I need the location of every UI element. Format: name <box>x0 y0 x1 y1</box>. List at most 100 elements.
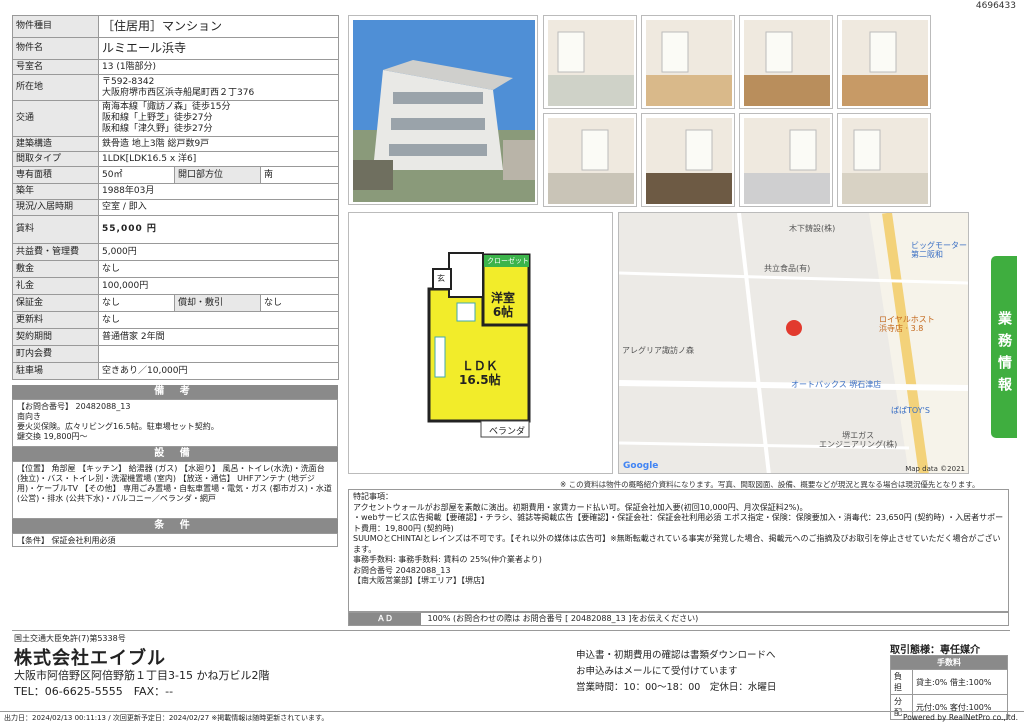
spec-row: 交通 南海本線「諏訪ノ森」徒歩15分 阪和線「上野芝」徒歩27分 阪和線「津久野」… <box>12 100 340 137</box>
special-notes: 特記事項： アクセントウォールがお部屋を素敵に演出。初期費用・家賃カード払い可。… <box>348 489 1009 612</box>
notes-box: 【お問合番号】 20482088_13 南向き 要火災保険。広々リビング16.5… <box>12 399 338 447</box>
spec-label: 契約期間 <box>12 328 99 346</box>
map-label-4: オートバックス 堺石津店 <box>791 380 882 389</box>
western-room-label: 洋室 6帖 <box>491 291 516 319</box>
spec-label: 間取タイプ <box>12 151 99 167</box>
spec-row: 共益費・管理費 5,000円 <box>12 243 340 261</box>
fee-row-key: 負担 <box>890 669 913 695</box>
map-label-6: 堺エガス エンジニアリング(株) <box>819 431 898 449</box>
deposit-value: なし <box>98 294 175 312</box>
deposit-label: 保証金 <box>12 294 99 312</box>
floor-plan[interactable]: クローゼット 玄 洋室 6帖 ＬＤＫ 16.5帖 ベランダ <box>348 212 613 474</box>
room-photo-thumbnail[interactable] <box>739 15 833 109</box>
spec-label: 所在地 <box>12 74 99 101</box>
spec-label: 物件種目 <box>12 15 99 38</box>
rent-row: 賃料 55,000 円 <box>12 215 340 244</box>
spec-label: 号室名 <box>12 59 99 75</box>
spec-value: 鉄骨造 地上3階 総戸数9戸 <box>97 136 340 152</box>
spec-label: 更新料 <box>12 311 99 329</box>
ad-label: ＡＤ <box>349 613 421 625</box>
spec-value: ［住居用］マンション <box>97 15 340 38</box>
license-number: 国土交通大臣免許(7)第5338号 <box>14 634 126 643</box>
direction-label: 開口部方位 <box>174 166 261 184</box>
room-photo-thumbnail[interactable] <box>739 113 833 207</box>
spec-value: 普通借家 2年間 <box>97 328 340 346</box>
facilities-box: 【位置】 角部屋 【キッチン】 給湯器 (ガス) 【水廻り】 風呂・トイレ(水洗… <box>12 461 338 519</box>
spec-row: 駐車場 空きあり／10,000円 <box>12 362 340 380</box>
contact-info: 申込書・初期費用の確認は書類ダウンロードへ お申込みはメールにて受付けています … <box>576 648 776 696</box>
map-label-2: アレグリア諏訪ノ森 <box>622 346 694 355</box>
google-logo: Google <box>623 461 659 471</box>
map-label-1: 共立食品(有) <box>764 264 811 273</box>
spec-row: 礼金 100,000円 <box>12 277 340 295</box>
area-label: 専有面積 <box>12 166 99 184</box>
spec-value: 南海本線「諏訪ノ森」徒歩15分 阪和線「上野芝」徒歩27分 阪和線「津久野」徒歩… <box>97 100 340 137</box>
footer-output-date: 出力日：2024/02/13 00:11:13 / 次回更新予定日：2024/0… <box>4 714 329 722</box>
direction-value: 南 <box>259 166 340 184</box>
business-info-tab[interactable]: 業務情報 <box>991 256 1017 438</box>
spec-value: 100,000円 <box>97 277 340 295</box>
facilities-header: 設 備 <box>12 447 338 461</box>
room-photo-thumbnail[interactable] <box>543 113 637 207</box>
deposit-row: 保証金 なし 償却・敷引 なし <box>12 294 340 312</box>
spec-row: 物件種目 ［住居用］マンション <box>12 15 340 38</box>
spec-value: 空室 / 即入 <box>97 199 340 216</box>
document-id: 4696433 <box>975 1 1016 11</box>
notes-header: 備 考 <box>12 385 338 399</box>
spec-value: 〒592-8342 大阪府堺市西区浜寺船尾町西２丁376 <box>97 74 340 101</box>
spec-value: なし <box>97 311 340 329</box>
spec-row: 物件名 ルミエール浜寺 <box>12 37 340 60</box>
spec-label: 共益費・管理費 <box>12 243 99 261</box>
spec-value: なし <box>97 260 340 278</box>
contact-line-1: お申込みはメールにて受付けています <box>576 666 738 677</box>
fee-row-value: 貸主:0% 借主:100% <box>912 669 1008 695</box>
ldk-label: ＬＤＫ 16.5帖 <box>459 359 501 387</box>
area-value: 50㎡ <box>98 166 175 184</box>
spec-value: 1988年03月 <box>97 183 340 200</box>
building-exterior-photo[interactable] <box>348 15 538 205</box>
location-map[interactable]: 木下鋳設(株) 共立食品(有) アレグリア諏訪ノ森 ロイヤルホスト 浜寺店 · … <box>618 212 969 474</box>
room-photo-thumbnail[interactable] <box>837 113 931 207</box>
spec-row: 築年 1988年03月 <box>12 183 340 200</box>
spec-label: 交通 <box>12 100 99 137</box>
veranda-label: ベランダ <box>489 427 526 437</box>
spec-row: 敷金 なし <box>12 260 340 278</box>
room-photo-thumbnail[interactable] <box>641 15 735 109</box>
spec-row: 契約期間 普通借家 2年間 <box>12 328 340 346</box>
rent-value: 55,000 円 <box>97 215 340 244</box>
conditions-box: 【条件】 保証会社利用必須 <box>12 533 338 547</box>
map-attribution: Map data ©2021 <box>905 465 965 473</box>
spec-label: 町内会費 <box>12 345 99 363</box>
spec-value: 13 (1階部分) <box>97 59 340 75</box>
spec-label: 敷金 <box>12 260 99 278</box>
room-photo-thumbnail[interactable] <box>543 15 637 109</box>
spec-label: 建築構造 <box>12 136 99 152</box>
area-row: 専有面積 50㎡ 開口部方位南 <box>12 166 340 184</box>
spec-row: 間取タイプ 1LDK[LDK16.5 x 洋6] <box>12 151 340 167</box>
spec-value: 5,000円 <box>97 243 340 261</box>
map-label-5: ぱぱTOY'S <box>891 406 930 415</box>
map-label-3: ロイヤルホスト 浜寺店 · 3.8 <box>879 315 935 333</box>
company-tel: TEL：06-6625-5555 FAX：-- <box>14 685 174 698</box>
spec-label: 築年 <box>12 183 99 200</box>
transaction-type: 取引態様：専任媒介 <box>890 645 980 656</box>
spec-row: 建築構造 鉄骨造 地上3階 総戸数9戸 <box>12 136 340 152</box>
room-photo-thumbnail[interactable] <box>641 113 735 207</box>
map-label-7: ビッグモーター 第二阪和 <box>911 241 967 259</box>
property-spec-table: 物件種目 ［住居用］マンション 物件名 ルミエール浜寺 号室名 13 (1階部分) 所在地〒… <box>12 15 340 380</box>
spec-value <box>97 345 340 363</box>
spec-label: 現況/入居時期 <box>12 199 99 216</box>
closet-label: クローゼット <box>487 257 529 265</box>
spec-value: ルミエール浜寺 <box>97 37 340 60</box>
spec-row: 号室名 13 (1階部分) <box>12 59 340 75</box>
conditions-header: 条 件 <box>12 519 338 533</box>
amortization-value: なし <box>259 294 340 312</box>
contact-line-2: 営業時間：10：00〜18：00 定休日：水曜日 <box>576 682 777 693</box>
contact-line-0: 申込書・初期費用の確認は書類ダウンロードへ <box>576 650 776 661</box>
spec-label: 駐車場 <box>12 362 99 380</box>
ad-row: ＡＤ 100% (お問合わせの際は お問合番号 [ 20482088_13 ]を… <box>348 612 1009 626</box>
spec-row: 現況/入居時期 空室 / 即入 <box>12 199 340 216</box>
room-photo-thumbnail[interactable] <box>837 15 931 109</box>
map-label-0: 木下鋳設(株) <box>789 224 836 233</box>
footer-powered-by: Powered by RealNetPro co.,ltd. <box>903 713 1018 722</box>
